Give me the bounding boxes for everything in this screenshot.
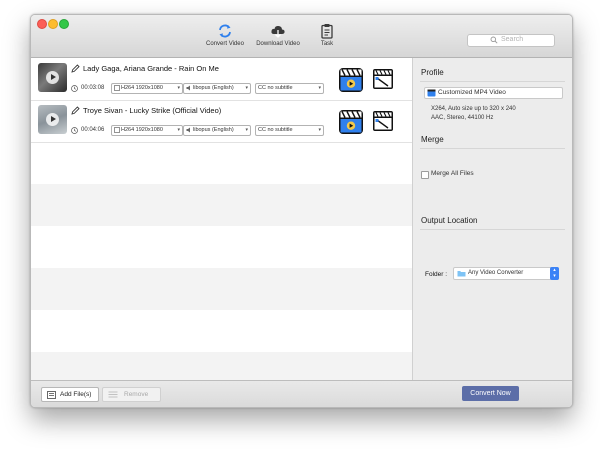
table-row[interactable]: Lady Gaga, Ariana Grande - Rain On Me 00… xyxy=(31,58,412,101)
merge-all-checkbox[interactable] xyxy=(421,171,429,179)
app-window: Convert Video Download Video Task Search… xyxy=(30,14,573,408)
clock-icon xyxy=(71,127,78,134)
video-codec-select[interactable]: H264 1920x1080 ▾ xyxy=(111,125,183,136)
merge-heading: Merge xyxy=(421,135,444,144)
divider xyxy=(420,81,565,82)
chevron-down-icon: ▾ xyxy=(318,127,321,133)
video-duration: 00:04:06 xyxy=(81,127,105,133)
chevron-down-icon: ▾ xyxy=(318,85,321,91)
folder-icon xyxy=(457,271,466,277)
cloud-download-icon xyxy=(271,25,285,38)
convert-video-label: Convert Video xyxy=(206,41,244,47)
search-placeholder: Search xyxy=(501,36,524,43)
subtitle-value: CC no subtitle xyxy=(258,85,293,91)
play-icon[interactable] xyxy=(46,113,59,126)
audio-track-value: libopus (English) xyxy=(193,85,234,91)
task-tool[interactable]: Task xyxy=(317,23,337,47)
chevron-down-icon: ▾ xyxy=(177,85,180,91)
video-title: Lady Gaga, Ariana Grande - Rain On Me xyxy=(83,64,219,73)
divider xyxy=(420,148,565,149)
maximize-window-button[interactable] xyxy=(59,19,69,29)
footer-bar: Add File(s) Remove Convert Now xyxy=(31,380,572,407)
download-video-tool[interactable]: Download Video xyxy=(254,23,302,47)
search-icon xyxy=(490,36,498,44)
output-location-heading: Output Location xyxy=(421,216,478,225)
merge-all-label[interactable]: Merge All Files xyxy=(431,170,474,177)
subtitle-value: CC no subtitle xyxy=(258,127,293,133)
add-files-button[interactable]: Add File(s) xyxy=(41,387,99,402)
profile-desc-line2: AAC, Stereo, 44100 Hz xyxy=(431,115,494,121)
film-icon xyxy=(114,85,120,91)
clapper-icon xyxy=(427,89,436,97)
chevron-down-icon: ▾ xyxy=(245,127,248,133)
pencil-icon[interactable] xyxy=(71,106,80,115)
video-title: Troye Sivan - Lucky Strike (Official Vid… xyxy=(83,106,222,115)
add-files-label: Add File(s) xyxy=(60,391,92,398)
video-codec-value: H264 1920x1080 xyxy=(121,127,163,133)
clipboard-icon xyxy=(321,24,333,39)
close-window-button[interactable] xyxy=(37,19,47,29)
minimize-window-button[interactable] xyxy=(48,19,58,29)
audio-track-value: libopus (English) xyxy=(193,127,234,133)
stepper-chevrons-icon[interactable]: ▴ ▾ xyxy=(550,267,559,280)
audio-track-select[interactable]: libopus (English) ▾ xyxy=(183,83,251,94)
video-list: Lady Gaga, Ariana Grande - Rain On Me 00… xyxy=(31,58,412,380)
search-input[interactable]: Search xyxy=(467,34,555,47)
video-codec-value: H264 1920x1080 xyxy=(121,85,163,91)
audio-track-select[interactable]: libopus (English) ▾ xyxy=(183,125,251,136)
folder-value: Any Video Converter xyxy=(468,270,524,276)
folder-select[interactable]: Any Video Converter ▴ ▾ xyxy=(453,267,559,280)
profile-heading: Profile xyxy=(421,68,444,77)
video-codec-select[interactable]: H264 1920x1080 ▾ xyxy=(111,83,183,94)
edit-clip-icon[interactable] xyxy=(372,110,394,132)
empty-row xyxy=(31,184,412,226)
film-icon xyxy=(114,127,120,133)
refresh-icon xyxy=(219,24,231,38)
subtitle-select[interactable]: CC no subtitle ▾ xyxy=(255,83,324,94)
mp4-clapper-icon[interactable] xyxy=(338,109,364,135)
video-duration: 00:03:08 xyxy=(81,85,105,91)
empty-row xyxy=(31,352,412,380)
speaker-icon xyxy=(186,85,190,91)
play-icon[interactable] xyxy=(46,71,59,84)
titlebar: Convert Video Download Video Task Search xyxy=(31,15,572,58)
edit-clip-icon[interactable] xyxy=(372,68,394,90)
pencil-icon[interactable] xyxy=(71,64,80,73)
speaker-icon xyxy=(186,127,190,133)
video-thumbnail[interactable] xyxy=(38,105,67,134)
settings-panel: Profile Customized MP4 Video X264, Auto … xyxy=(412,58,572,380)
mp4-clapper-icon[interactable] xyxy=(338,67,364,93)
remove-list-icon xyxy=(108,391,118,398)
subtitle-select[interactable]: CC no subtitle ▾ xyxy=(255,125,324,136)
folder-label: Folder : xyxy=(425,271,448,278)
table-row[interactable]: Troye Sivan - Lucky Strike (Official Vid… xyxy=(31,100,412,143)
divider xyxy=(420,229,565,230)
clock-icon xyxy=(71,85,78,92)
chevron-down-icon: ▾ xyxy=(177,127,180,133)
profile-select[interactable]: Customized MP4 Video xyxy=(424,87,563,99)
remove-button[interactable]: Remove xyxy=(102,387,161,402)
profile-value: Customized MP4 Video xyxy=(438,89,506,96)
chevron-down-icon: ▾ xyxy=(245,85,248,91)
task-label: Task xyxy=(320,41,334,47)
video-thumbnail[interactable] xyxy=(38,63,67,92)
download-video-label: Download Video xyxy=(256,41,300,47)
add-file-icon xyxy=(47,391,56,399)
convert-now-button[interactable]: Convert Now xyxy=(462,386,519,401)
profile-desc-line1: X264, Auto size up to 320 x 240 xyxy=(431,106,516,112)
convert-video-tool[interactable]: Convert Video xyxy=(204,23,246,47)
empty-row xyxy=(31,268,412,310)
remove-label: Remove xyxy=(124,391,149,398)
